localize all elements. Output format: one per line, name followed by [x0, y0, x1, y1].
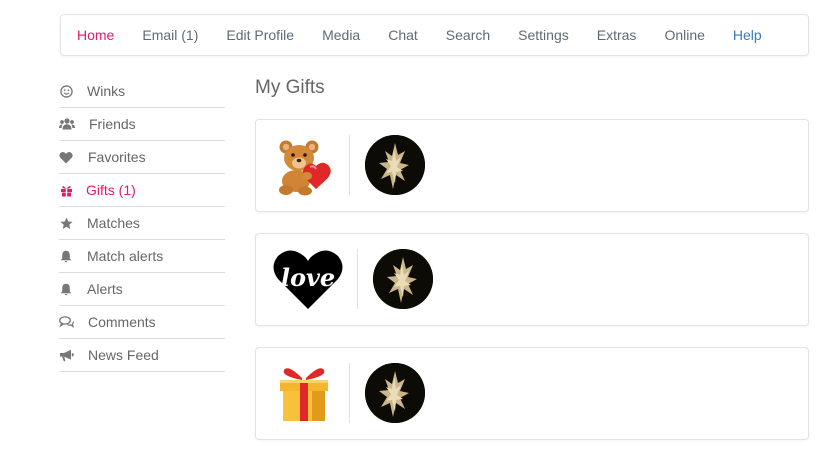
gift-card	[255, 347, 809, 440]
nav-search[interactable]: Search	[446, 27, 490, 43]
star-icon	[59, 216, 73, 230]
love-text: love	[281, 263, 335, 292]
gift-icon	[59, 183, 73, 197]
bell-icon	[59, 282, 73, 296]
sidebar-item-label: Favorites	[88, 149, 146, 165]
users-icon	[59, 117, 75, 131]
sidebar-item-alerts[interactable]: Alerts	[59, 273, 225, 306]
sidebar-item-news-feed[interactable]: News Feed	[59, 339, 225, 372]
sidebar-item-label: Comments	[88, 314, 156, 330]
sidebar: Winks Friends Favorites Gifts (1) Matche…	[59, 75, 225, 372]
bullhorn-icon	[59, 348, 74, 362]
divider	[357, 249, 358, 309]
sidebar-item-matches[interactable]: Matches	[59, 207, 225, 240]
sidebar-item-favorites[interactable]: Favorites	[59, 141, 225, 174]
sender-avatar[interactable]	[365, 135, 425, 195]
sidebar-item-gifts[interactable]: Gifts (1)	[59, 174, 225, 207]
love-heart-icon[interactable]: love	[273, 249, 343, 311]
sidebar-item-label: Matches	[87, 215, 140, 231]
sender-avatar[interactable]	[365, 363, 425, 423]
gift-card: love	[255, 233, 809, 326]
nav-media[interactable]: Media	[322, 27, 360, 43]
sidebar-item-label: Match alerts	[87, 248, 164, 264]
nav-chat[interactable]: Chat	[388, 27, 418, 43]
sidebar-item-label: News Feed	[88, 347, 159, 363]
sidebar-item-winks[interactable]: Winks	[59, 75, 225, 108]
nav-help[interactable]: Help	[733, 27, 762, 43]
bell-icon	[59, 249, 73, 263]
sidebar-item-label: Friends	[89, 116, 136, 132]
divider	[349, 363, 350, 423]
nav-settings[interactable]: Settings	[518, 27, 569, 43]
nav-online[interactable]: Online	[664, 27, 704, 43]
nav-extras[interactable]: Extras	[597, 27, 637, 43]
sender-avatar[interactable]	[373, 249, 433, 309]
nav-email[interactable]: Email (1)	[142, 27, 198, 43]
sidebar-item-label: Gifts (1)	[86, 182, 136, 198]
sidebar-item-friends[interactable]: Friends	[59, 108, 225, 141]
divider	[349, 135, 350, 195]
smile-icon	[59, 84, 73, 98]
top-navigation: Home Email (1) Edit Profile Media Chat S…	[60, 14, 809, 56]
comments-icon	[59, 315, 74, 329]
sidebar-item-label: Winks	[87, 83, 126, 99]
nav-edit-profile[interactable]: Edit Profile	[226, 27, 294, 43]
page-title: My Gifts	[255, 77, 325, 98]
gift-box-icon[interactable]	[276, 362, 336, 422]
gift-card	[255, 119, 809, 212]
sidebar-item-comments[interactable]: Comments	[59, 306, 225, 339]
nav-home[interactable]: Home	[77, 27, 114, 43]
sidebar-item-label: Alerts	[87, 281, 123, 297]
sidebar-item-match-alerts[interactable]: Match alerts	[59, 240, 225, 273]
heart-icon	[59, 150, 73, 164]
teddy-bear-heart-icon[interactable]	[274, 134, 334, 196]
